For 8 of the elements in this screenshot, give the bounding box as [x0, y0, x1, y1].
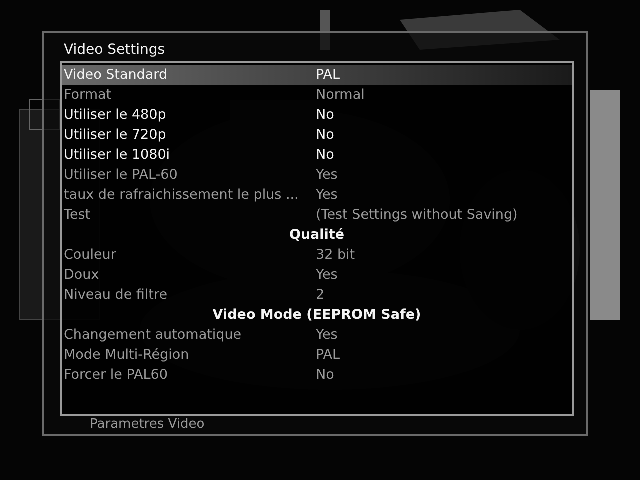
section-header: Video Mode (EEPROM Safe) [212, 306, 422, 325]
section-header: Qualité [288, 226, 346, 245]
background-caption: Parametres Video [90, 418, 205, 432]
setting-row[interactable]: Utiliser le 720p No [62, 125, 572, 145]
setting-row[interactable]: Utiliser le 1080i No [62, 145, 572, 165]
dialog-title: Video Settings [63, 41, 166, 60]
selected-row[interactable]: Video Standard PAL [62, 65, 572, 85]
setting-row[interactable]: Utiliser le 480p No [62, 105, 572, 125]
